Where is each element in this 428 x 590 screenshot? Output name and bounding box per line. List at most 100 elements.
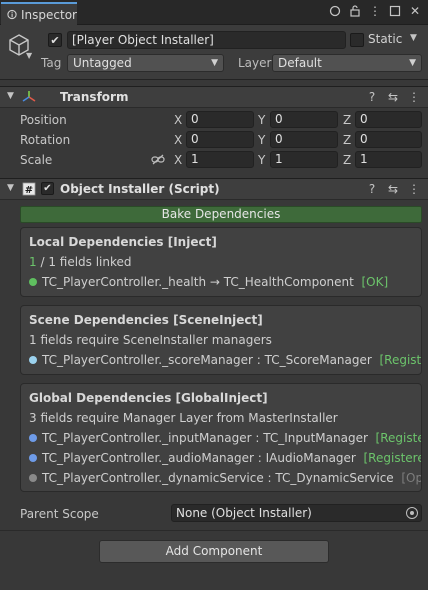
preset-icon[interactable]: ⇆ xyxy=(387,182,399,196)
foldout-arrow-icon[interactable]: ▼ xyxy=(7,183,14,193)
dependency-text: TC_PlayerController._dynamicService : TC… xyxy=(42,471,394,485)
position-label: Position xyxy=(20,113,67,127)
dependency-text: TC_PlayerController._scoreManager : TC_S… xyxy=(42,353,372,367)
scale-x-label[interactable]: X xyxy=(174,153,182,167)
script-file-icon: # xyxy=(22,182,36,196)
global-dependencies-title: Global Dependencies [GlobalInject] xyxy=(29,391,268,405)
static-checkbox[interactable] xyxy=(350,33,364,47)
script-title: Object Installer (Script) xyxy=(60,182,220,196)
parent-scope-label: Parent Scope xyxy=(20,507,99,521)
position-z-field[interactable]: 0 xyxy=(355,111,422,128)
help-icon[interactable]: ? xyxy=(366,182,378,196)
position-y-label[interactable]: Y xyxy=(258,113,265,127)
local-linked-number: 1 xyxy=(29,255,37,269)
dependency-status: [Registered] xyxy=(363,451,422,465)
tag-label: Tag xyxy=(41,56,62,70)
component-menu-icon[interactable]: ⋮ xyxy=(408,90,420,104)
dependency-status: [OK] xyxy=(361,275,389,289)
static-dropdown-icon[interactable]: ▼ xyxy=(410,33,417,43)
rotation-x-field[interactable]: 0 xyxy=(186,131,254,148)
tab-inspector[interactable]: Inspector xyxy=(1,2,77,25)
chevron-down-icon: ▼ xyxy=(409,58,416,68)
status-dot-icon xyxy=(29,278,37,286)
parent-scope-field[interactable]: None (Object Installer) xyxy=(171,504,422,522)
rotation-y-label[interactable]: Y xyxy=(258,133,265,147)
scale-label: Scale xyxy=(20,153,53,167)
component-menu-icon[interactable]: ⋮ xyxy=(408,182,420,196)
static-label: Static xyxy=(368,32,403,46)
rotation-x-label[interactable]: X xyxy=(174,133,182,147)
global-summary: 3 fields require Manager Layer from Mast… xyxy=(29,411,338,425)
dependency-status: [Optional] xyxy=(401,471,421,485)
constrain-proportions-link-icon[interactable] xyxy=(151,154,165,166)
dependency-status: [Registered] xyxy=(379,353,421,367)
svg-text:#: # xyxy=(25,185,33,196)
info-icon xyxy=(7,9,17,20)
dependency-item: TC_PlayerController._audioManager : IAud… xyxy=(29,451,421,465)
tag-value: Untagged xyxy=(73,56,132,70)
rotation-label: Rotation xyxy=(20,133,71,147)
dependency-text: TC_PlayerController._inputManager : TC_I… xyxy=(42,431,368,445)
dependency-text: TC_PlayerController._health → TC_HealthC… xyxy=(42,275,354,289)
layer-value: Default xyxy=(278,56,322,70)
object-name-field[interactable]: [Player Object Installer] xyxy=(67,31,346,49)
dependency-item: TC_PlayerController._inputManager : TC_I… xyxy=(29,431,421,445)
status-dot-icon xyxy=(29,474,37,482)
scale-z-label[interactable]: Z xyxy=(343,153,351,167)
status-dot-icon xyxy=(29,454,37,462)
close-icon[interactable]: ✕ xyxy=(408,4,422,18)
local-linked-count: 1 / 1 fields linked xyxy=(29,255,132,269)
icon-dropdown-icon[interactable]: ▼ xyxy=(26,51,32,60)
local-dependencies-title: Local Dependencies [Inject] xyxy=(29,235,217,249)
help-icon[interactable]: ? xyxy=(366,90,378,104)
add-component-button[interactable]: Add Component xyxy=(99,540,329,563)
rotation-y-field[interactable]: 0 xyxy=(270,131,338,148)
bake-dependencies-button[interactable]: Bake Dependencies xyxy=(20,206,422,223)
divider xyxy=(0,530,428,531)
object-header: ▼ ✔ [Player Object Installer] Static ▼ T… xyxy=(0,25,428,80)
local-linked-rest: / 1 fields linked xyxy=(36,255,132,269)
rotation-z-field[interactable]: 0 xyxy=(355,131,422,148)
maximize-icon[interactable] xyxy=(388,4,402,18)
position-y-field[interactable]: 0 xyxy=(270,111,338,128)
scale-x-field[interactable]: 1 xyxy=(186,151,254,168)
rotation-z-label[interactable]: Z xyxy=(343,133,351,147)
position-x-label[interactable]: X xyxy=(174,113,182,127)
scale-y-label[interactable]: Y xyxy=(258,153,265,167)
layer-dropdown[interactable]: Default ▼ xyxy=(272,54,422,72)
scale-y-field[interactable]: 1 xyxy=(270,151,338,168)
active-checkbox[interactable]: ✔ xyxy=(48,33,62,47)
menu-icon[interactable]: ⋮ xyxy=(368,4,382,18)
window-options-icon[interactable] xyxy=(328,4,342,18)
local-dependencies-box: Local Dependencies [Inject] 1 / 1 fields… xyxy=(20,227,422,297)
tab-bar: Inspector ⋮ ✕ xyxy=(0,0,428,25)
dependency-item: TC_PlayerController._dynamicService : TC… xyxy=(29,471,421,485)
dependency-item: TC_PlayerController._scoreManager : TC_S… xyxy=(29,353,421,367)
tab-title: Inspector xyxy=(21,7,77,22)
script-component-header[interactable]: ▼ # ✔ Object Installer (Script) ? ⇆ ⋮ xyxy=(0,178,428,200)
foldout-arrow-icon[interactable]: ▼ xyxy=(7,91,14,101)
scene-dependencies-title: Scene Dependencies [SceneInject] xyxy=(29,313,263,327)
scene-dependencies-box: Scene Dependencies [SceneInject] 1 field… xyxy=(20,305,422,375)
dependency-item: TC_PlayerController._health → TC_HealthC… xyxy=(29,275,388,289)
status-dot-icon xyxy=(29,434,37,442)
transform-axes-icon xyxy=(22,91,36,102)
preset-icon[interactable]: ⇆ xyxy=(387,90,399,104)
scene-summary: 1 fields require SceneInstaller managers xyxy=(29,333,272,347)
script-enabled-checkbox[interactable]: ✔ xyxy=(41,182,54,195)
position-x-field[interactable]: 0 xyxy=(186,111,254,128)
global-dependencies-box: Global Dependencies [GlobalInject] 3 fie… xyxy=(20,383,422,492)
transform-header[interactable]: ▼ Transform ? ⇆ ⋮ xyxy=(0,86,428,108)
dependency-text: TC_PlayerController._audioManager : IAud… xyxy=(42,451,356,465)
parent-scope-value: None (Object Installer) xyxy=(176,506,312,520)
object-picker-icon[interactable] xyxy=(406,507,418,519)
scale-z-field[interactable]: 1 xyxy=(355,151,422,168)
position-z-label[interactable]: Z xyxy=(343,113,351,127)
status-dot-icon xyxy=(29,356,37,364)
lock-icon[interactable] xyxy=(348,4,362,18)
layer-label: Layer xyxy=(238,56,272,70)
dependency-status: [Registered] xyxy=(375,431,421,445)
tag-dropdown[interactable]: Untagged ▼ xyxy=(67,54,224,72)
chevron-down-icon: ▼ xyxy=(211,58,218,68)
transform-title: Transform xyxy=(60,90,129,104)
